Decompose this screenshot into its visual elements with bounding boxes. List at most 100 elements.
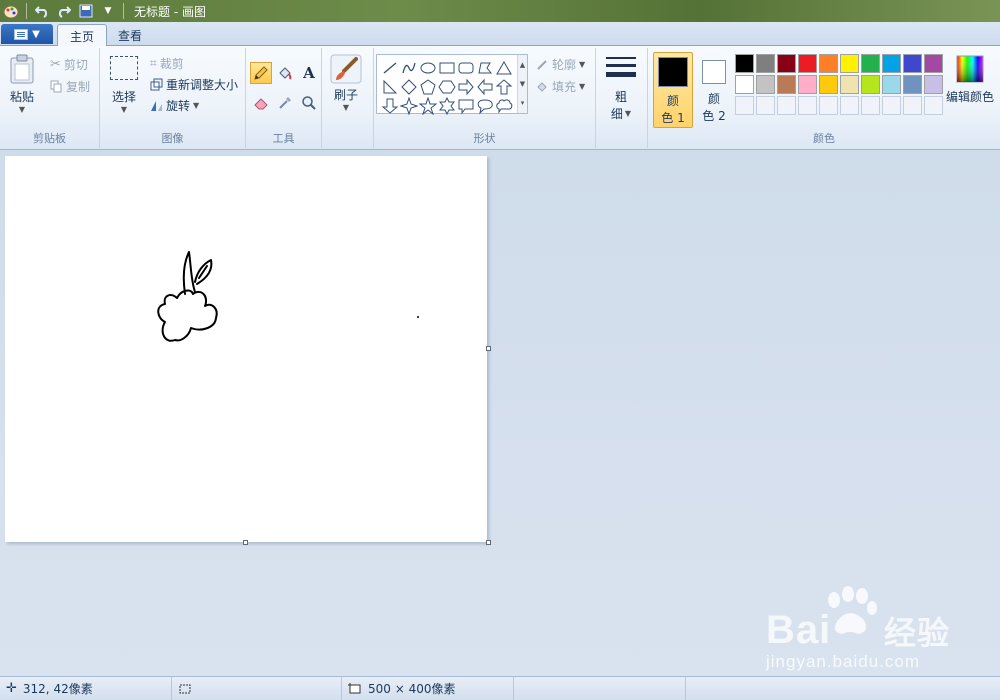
color2-button[interactable]: 颜 色 2 [694, 52, 734, 128]
redo-icon[interactable] [55, 2, 73, 20]
undo-icon[interactable] [33, 2, 51, 20]
palette-swatch[interactable] [819, 96, 838, 115]
pencil-tool-button[interactable] [250, 62, 272, 84]
palette-swatch[interactable] [924, 54, 943, 73]
resize-label: 重新调整大小 [166, 78, 239, 92]
magnifier-tool-button[interactable] [298, 92, 320, 114]
customize-quick-access-icon[interactable]: ▼ [99, 2, 117, 20]
resize-handle-corner[interactable] [486, 540, 491, 545]
canvas-workspace[interactable]: Bai 经验 jingyan.baidu.com [0, 150, 1000, 676]
rounded-rectangle-shape-icon[interactable] [456, 58, 475, 77]
paint-app-icon[interactable] [2, 2, 20, 20]
pentagon-shape-icon[interactable] [418, 77, 437, 96]
paste-button[interactable]: 粘贴 ▼ [8, 54, 36, 114]
palette-swatch[interactable] [819, 75, 838, 94]
curve-shape-icon[interactable] [399, 58, 418, 77]
rotate-button[interactable]: 旋转 ▼ [150, 97, 199, 114]
fill-label: 填充 [552, 80, 577, 94]
palette-swatch[interactable] [882, 75, 901, 94]
edit-colors-button[interactable]: 编辑颜色 [946, 54, 994, 105]
palette-swatch[interactable] [798, 96, 817, 115]
palette-swatch[interactable] [756, 54, 775, 73]
palette-swatch[interactable] [777, 75, 796, 94]
polygon-shape-icon[interactable] [475, 58, 494, 77]
palette-swatch[interactable] [861, 96, 880, 115]
right-triangle-shape-icon[interactable] [380, 77, 399, 96]
star-five-shape-icon[interactable] [418, 96, 437, 115]
copy-button[interactable]: 复制 [50, 78, 90, 95]
save-icon[interactable] [77, 2, 95, 20]
palette-swatch[interactable] [798, 75, 817, 94]
scroll-down-icon[interactable]: ▼ [520, 80, 525, 88]
rectangle-shape-icon[interactable] [437, 58, 456, 77]
palette-swatch[interactable] [735, 75, 754, 94]
pencil-icon [254, 66, 268, 80]
palette-swatch[interactable] [777, 54, 796, 73]
palette-swatch[interactable] [882, 96, 901, 115]
palette-swatch[interactable] [735, 54, 754, 73]
palette-swatch[interactable] [756, 96, 775, 115]
arrow-up-shape-icon[interactable] [494, 77, 513, 96]
palette-swatch[interactable] [903, 96, 922, 115]
crop-button[interactable]: ⌗ 裁剪 [150, 55, 184, 72]
select-button[interactable]: 选择 ▼ [110, 56, 138, 114]
fill-tool-button[interactable] [274, 62, 296, 84]
chevron-down-icon: ▼ [32, 28, 40, 40]
palette-swatch[interactable] [840, 96, 859, 115]
palette-swatch[interactable] [924, 75, 943, 94]
palette-swatch[interactable] [756, 75, 775, 94]
tab-view[interactable]: 查看 [106, 24, 154, 47]
eraser-tool-button[interactable] [250, 92, 272, 114]
palette-swatch[interactable] [903, 54, 922, 73]
window-title: 无标题 - 画图 [134, 4, 206, 19]
brush-label: 刷子 [333, 88, 358, 102]
callout-oval-shape-icon[interactable] [475, 96, 494, 115]
text-tool-button[interactable]: A [298, 62, 320, 84]
palette-swatch[interactable] [735, 96, 754, 115]
resize-handle-bottom[interactable] [243, 540, 248, 545]
size-group: 粗 细 ▼ [596, 48, 648, 148]
triangle-shape-icon[interactable] [494, 58, 513, 77]
color-picker-tool-button[interactable] [274, 92, 296, 114]
selection-size-icon [179, 684, 191, 693]
palette-swatch[interactable] [924, 96, 943, 115]
colors-group-label: 颜色 [813, 132, 835, 145]
shapes-gallery-scrollbar[interactable]: ▲ ▼ ▾ [517, 55, 527, 113]
drawing-canvas[interactable] [5, 156, 487, 542]
expand-gallery-icon[interactable]: ▾ [521, 99, 525, 107]
cut-button[interactable]: ✂ 剪切 [50, 56, 88, 73]
palette-swatch[interactable] [840, 75, 859, 94]
ribbon: 粘贴 ▼ ✂ 剪切 复制 剪贴板 选择 ▼ ⌗ 裁剪 重新调整大小 旋转 ▼ 图… [0, 46, 1000, 150]
brush-button[interactable]: 刷子 ▼ [330, 54, 362, 112]
palette-swatch[interactable] [777, 96, 796, 115]
hexagon-shape-icon[interactable] [437, 77, 456, 96]
palette-swatch[interactable] [882, 54, 901, 73]
watermark-brand: Bai [766, 608, 832, 652]
resize-button[interactable]: 重新调整大小 [150, 76, 238, 93]
resize-handle-right[interactable] [486, 346, 491, 351]
arrow-left-shape-icon[interactable] [475, 77, 494, 96]
scroll-up-icon[interactable]: ▲ [520, 61, 525, 69]
palette-swatch[interactable] [903, 75, 922, 94]
tab-home[interactable]: 主页 [57, 24, 108, 47]
callout-rect-shape-icon[interactable] [456, 96, 475, 115]
callout-cloud-shape-icon[interactable] [494, 96, 513, 115]
fill-button[interactable]: 填充 ▼ [536, 78, 585, 95]
select-rectangle-icon [110, 56, 138, 80]
palette-swatch[interactable] [798, 54, 817, 73]
palette-swatch[interactable] [840, 54, 859, 73]
paint-menu-button[interactable]: ▼ [1, 24, 53, 44]
oval-shape-icon[interactable] [418, 58, 437, 77]
palette-swatch[interactable] [861, 54, 880, 73]
size-button[interactable]: 粗 细 ▼ [604, 54, 638, 122]
palette-swatch[interactable] [861, 75, 880, 94]
palette-swatch[interactable] [819, 54, 838, 73]
star-six-shape-icon[interactable] [437, 96, 456, 115]
diamond-shape-icon[interactable] [399, 77, 418, 96]
arrow-down-shape-icon[interactable] [380, 96, 399, 115]
color1-button[interactable]: 颜 色 1 [653, 52, 693, 128]
line-shape-icon[interactable] [380, 58, 399, 77]
outline-button[interactable]: 轮廓 ▼ [536, 56, 585, 73]
star-four-shape-icon[interactable] [399, 96, 418, 115]
arrow-right-shape-icon[interactable] [456, 77, 475, 96]
